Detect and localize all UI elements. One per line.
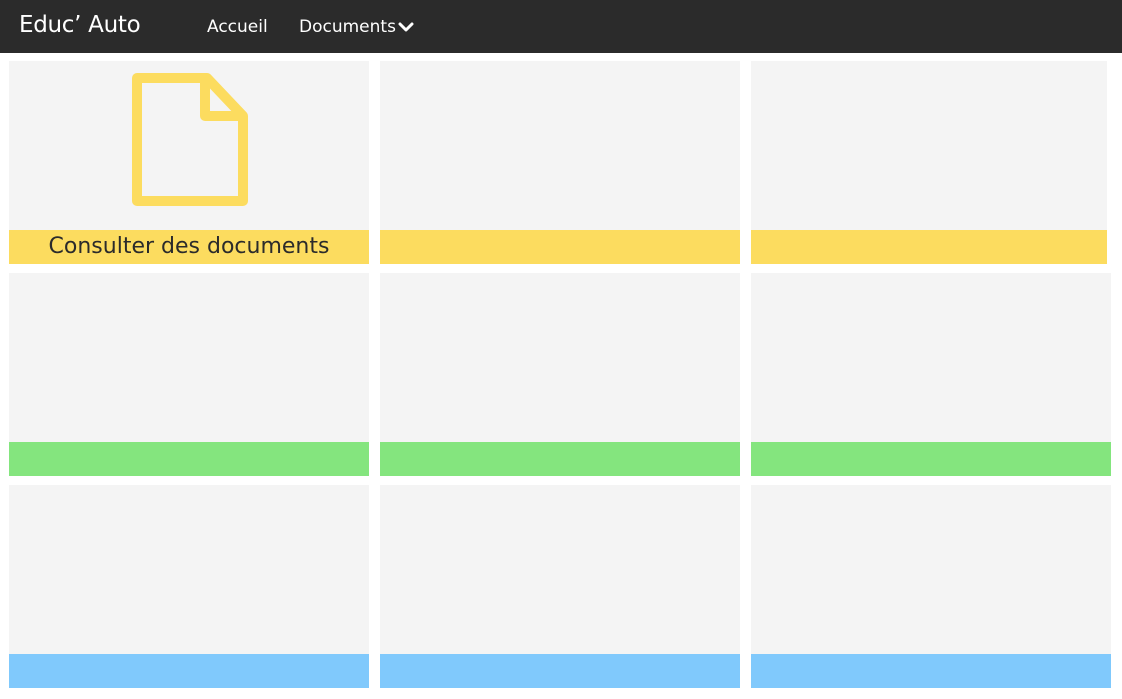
nav-link-documents[interactable]: Documents [299, 16, 396, 38]
tile-label-bar [380, 654, 740, 688]
tile-consulter-documents[interactable]: Consulter des documents [9, 61, 369, 264]
tile-label-bar [751, 654, 1111, 688]
tile-label-bar: Consulter des documents [9, 230, 369, 264]
brand-title[interactable]: Educ’ Auto [19, 11, 141, 39]
tile[interactable] [9, 273, 369, 476]
tile-label-bar [380, 230, 740, 264]
tile[interactable] [751, 485, 1111, 688]
tile[interactable] [751, 273, 1111, 476]
tile-label-bar [9, 654, 369, 688]
tile-label-bar [380, 442, 740, 476]
document-icon [132, 73, 248, 206]
tile-label-bar [751, 442, 1111, 476]
tile[interactable] [380, 61, 740, 264]
tile[interactable] [380, 273, 740, 476]
top-navbar: Educ’ Auto Accueil Documents [0, 0, 1122, 53]
chevron-down-icon[interactable] [398, 20, 414, 34]
nav-link-accueil[interactable]: Accueil [207, 16, 268, 38]
tile[interactable] [380, 485, 740, 688]
tile[interactable] [9, 485, 369, 688]
tile-label-bar [9, 442, 369, 476]
tile-label-bar [751, 230, 1107, 264]
tile[interactable] [751, 61, 1107, 264]
